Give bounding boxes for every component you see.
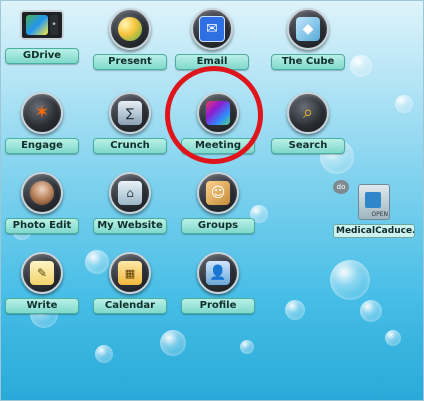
- bubble-decoration: [95, 345, 113, 363]
- bubble-decoration: [385, 330, 401, 346]
- app-crunch[interactable]: ∑ Crunch: [88, 92, 172, 154]
- app-calendar[interactable]: ▦ Calendar: [88, 252, 172, 314]
- bubble-decoration: [360, 300, 382, 322]
- app-label: Groups: [181, 218, 255, 234]
- app-search[interactable]: ⌕ Search: [266, 92, 350, 154]
- spark-icon: ✶: [21, 92, 63, 134]
- profile-icon: 👤: [197, 252, 239, 294]
- bubble-decoration: [285, 300, 305, 320]
- app-engage[interactable]: ✶ Engage: [0, 92, 84, 154]
- cube-icon: ◆: [287, 8, 329, 50]
- groups-icon: ☺: [197, 172, 239, 214]
- app-label: Present: [93, 54, 167, 70]
- app-the-cube[interactable]: ◆ The Cube: [266, 8, 350, 70]
- desktop-file-medicalcaduce[interactable]: do OPEN MedicalCaduce...: [327, 180, 421, 238]
- write-icon: ✎: [21, 252, 63, 294]
- app-label: GDrive: [5, 48, 79, 64]
- app-my-website[interactable]: ⌂ My Website: [88, 172, 172, 234]
- app-write[interactable]: ✎ Write: [0, 252, 84, 314]
- open-text: OPEN: [371, 211, 388, 218]
- email-icon: ✉: [191, 8, 233, 50]
- app-gdrive[interactable]: • GDrive: [0, 10, 84, 64]
- app-label: Calendar: [93, 298, 167, 314]
- bubble-decoration: [160, 330, 186, 356]
- app-photo-edit[interactable]: Photo Edit: [0, 172, 84, 234]
- app-label: Profile: [181, 298, 255, 314]
- file-badge: do: [333, 180, 349, 194]
- file-label: MedicalCaduce...: [333, 224, 415, 238]
- calculator-icon: ∑: [109, 92, 151, 134]
- app-groups[interactable]: ☺ Groups: [176, 172, 260, 234]
- bubble-decoration: [350, 55, 372, 77]
- calendar-icon: ▦: [109, 252, 151, 294]
- app-label: Photo Edit: [5, 218, 79, 234]
- bubble-decoration: [395, 95, 413, 113]
- app-email[interactable]: ✉ Email: [170, 8, 254, 70]
- photo-icon: [21, 172, 63, 214]
- app-label: Crunch: [93, 138, 167, 154]
- app-present[interactable]: Present: [88, 8, 172, 70]
- app-label: Engage: [5, 138, 79, 154]
- search-icon: ⌕: [287, 92, 329, 134]
- bubble-decoration: [330, 260, 370, 300]
- presentation-icon: [109, 8, 151, 50]
- bubble-decoration: [240, 340, 254, 354]
- app-label: Search: [271, 138, 345, 154]
- app-label: The Cube: [271, 54, 345, 70]
- web-icon: ⌂: [109, 172, 151, 214]
- app-label: Write: [5, 298, 79, 314]
- app-profile[interactable]: 👤 Profile: [176, 252, 260, 314]
- drive-icon: •: [20, 10, 64, 40]
- file-icon: OPEN: [358, 184, 390, 220]
- highlight-circle: [165, 66, 263, 164]
- app-label: My Website: [93, 218, 167, 234]
